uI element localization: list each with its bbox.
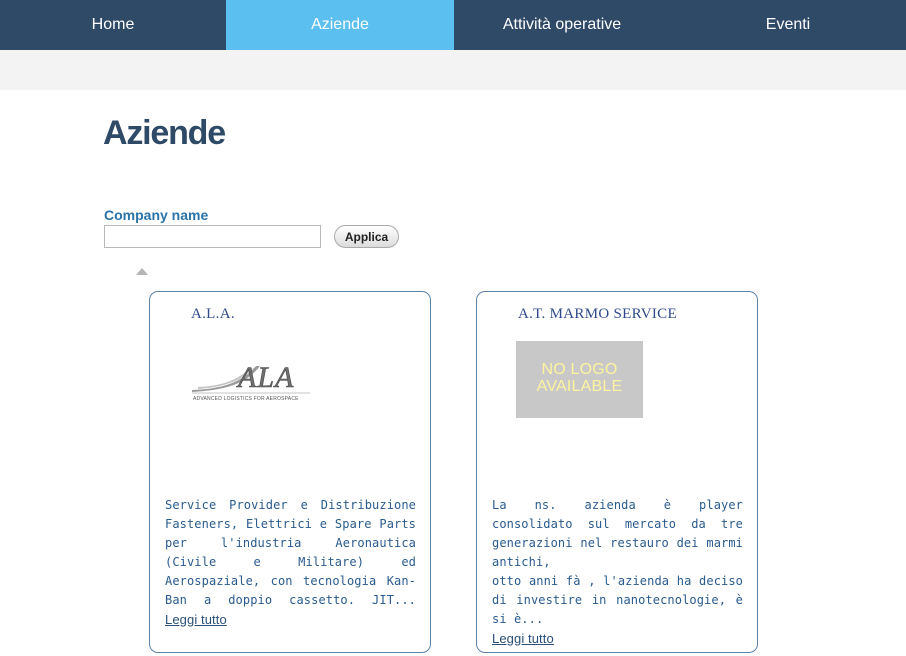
company-card: A.L.A. ALA ADVANCED LOGISTICS FOR AEROSP… xyxy=(149,291,431,653)
logo-subtext: ADVANCED LOGISTICS FOR AEROSPACE xyxy=(193,396,299,402)
company-name-label: Company name xyxy=(104,207,209,223)
read-more-link[interactable]: Leggi tutto xyxy=(165,612,227,627)
company-name-link[interactable]: A.L.A. xyxy=(191,306,235,323)
read-more-link[interactable]: Leggi tutto xyxy=(492,631,554,646)
logo-text: ALA xyxy=(236,361,294,394)
company-logo: ALA ADVANCED LOGISTICS FOR AEROSPACE xyxy=(192,361,310,402)
nav-item-attivita-operative[interactable]: Attività operative xyxy=(454,0,670,50)
nav-item-eventi[interactable]: Eventi xyxy=(670,0,906,50)
sort-ascending-icon[interactable] xyxy=(136,268,148,275)
main-nav: Home Aziende Attività operative Eventi xyxy=(0,0,906,50)
sub-header-bar xyxy=(0,50,906,90)
company-name-input[interactable] xyxy=(104,225,321,248)
apply-button[interactable]: Applica xyxy=(334,225,399,248)
company-description: La ns. azienda è player consolidato sul … xyxy=(492,498,743,646)
nav-item-home[interactable]: Home xyxy=(0,0,226,50)
nav-item-aziende[interactable]: Aziende xyxy=(226,0,454,50)
page-title: Aziende xyxy=(103,114,226,152)
company-card: A.T. MARMO SERVICE NO LOGO AVAILABLE La … xyxy=(476,291,758,653)
no-logo-placeholder: NO LOGO AVAILABLE xyxy=(516,341,643,418)
company-description: Service Provider e Distribuzione Fastene… xyxy=(165,498,416,627)
company-name-link[interactable]: A.T. MARMO SERVICE xyxy=(518,306,677,323)
